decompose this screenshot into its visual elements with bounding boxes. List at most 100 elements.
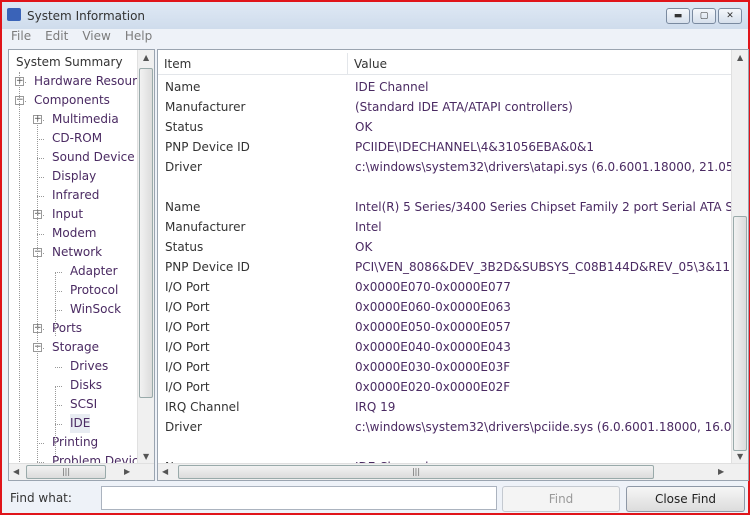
item-cell: Name (165, 200, 201, 214)
tree-item-multimedia[interactable]: Multimedia (52, 110, 119, 129)
scroll-right-icon[interactable]: ▶ (124, 467, 130, 476)
tree-connector (55, 272, 56, 336)
list-vertical-scrollbar[interactable]: ▲ ▼ (731, 50, 748, 465)
scroll-left-icon[interactable]: ◀ (162, 467, 168, 476)
tree-item-hardware-resourc[interactable]: Hardware Resourc (34, 72, 143, 91)
table-row[interactable]: Status OK (158, 117, 732, 137)
table-row[interactable]: Driver c:\windows\system32\drivers\atapi.… (158, 157, 748, 177)
find-what-label: Find what: (10, 491, 72, 505)
scroll-down-icon[interactable]: ▼ (737, 452, 743, 461)
table-row[interactable]: I/O Port 0x0000E020-0x0000E02F (158, 377, 732, 397)
table-row[interactable]: PNP Device ID PCIIDE\IDECHANNEL\4&31056EB… (158, 137, 732, 157)
table-row[interactable]: I/O Port 0x0000E050-0x0000E057 (158, 317, 732, 337)
table-row[interactable]: Manufacturer (Standard IDE ATA/ATAPI cont… (158, 97, 732, 117)
scroll-left-icon[interactable]: ◀ (13, 467, 19, 476)
table-row[interactable]: Manufacturer Intel (158, 217, 732, 237)
tree-item-storage[interactable]: Storage (52, 338, 99, 357)
table-row[interactable]: Name IDE Channel (158, 77, 732, 97)
close-find-button[interactable]: Close Find (626, 486, 745, 512)
value-cell: Intel (355, 220, 382, 234)
tree-item-network[interactable]: Network (52, 243, 102, 262)
tree-item-modem[interactable]: Modem (52, 224, 96, 243)
menu-help[interactable]: Help (118, 29, 159, 46)
scroll-down-icon[interactable]: ▼ (143, 452, 149, 461)
column-header-value[interactable]: Value (348, 53, 732, 75)
scroll-up-icon[interactable]: ▲ (737, 53, 743, 62)
table-row[interactable]: PNP Device ID PCI\VEN_8086&DEV_3B2D&SUBSY… (158, 257, 748, 277)
scroll-thumb[interactable] (139, 68, 153, 398)
item-cell: I/O Port (165, 280, 210, 294)
tree-item-ports[interactable]: Ports (52, 319, 82, 338)
title-bar: System Information ▬ ▢ ✕ (2, 2, 748, 29)
scroll-right-icon[interactable]: ▶ (718, 467, 724, 476)
system-information-icon (7, 8, 21, 21)
close-button[interactable]: ✕ (718, 8, 742, 24)
minimize-button[interactable]: ▬ (666, 8, 690, 24)
menu-file[interactable]: File (2, 29, 38, 46)
column-header-item[interactable]: Item (158, 53, 348, 75)
value-cell: IRQ 19 (355, 400, 396, 414)
table-row[interactable]: I/O Port 0x0000E040-0x0000E043 (158, 337, 732, 357)
tree-item-winsock[interactable]: WinSock (70, 300, 121, 319)
tree-item-sound-device[interactable]: Sound Device (52, 148, 135, 167)
menu-edit[interactable]: Edit (38, 29, 75, 46)
tree-connector (37, 139, 44, 140)
menu-view[interactable]: View (75, 29, 117, 46)
tree-connector (37, 120, 38, 480)
tree-item-scsi[interactable]: SCSI (70, 395, 97, 414)
tree-connector (55, 291, 62, 292)
tree-vertical-scrollbar[interactable]: ▲ ▼ (137, 50, 154, 465)
table-row[interactable]: IRQ Channel IRQ 19 (158, 397, 732, 417)
table-row[interactable]: Name Intel(R) 5 Series/3400 Series Chipse… (158, 197, 748, 217)
table-row[interactable]: Status OK (158, 237, 732, 257)
item-cell: Name (165, 80, 201, 94)
tree-connector (37, 177, 44, 178)
table-row[interactable]: Driver c:\windows\system32\drivers\pciide… (158, 417, 748, 437)
tree-connector (55, 424, 62, 425)
value-cell: IDE Channel (355, 80, 429, 94)
table-row[interactable] (158, 437, 732, 457)
value-cell: 0x0000E040-0x0000E043 (355, 340, 511, 354)
tree-item-adapter[interactable]: Adapter (70, 262, 118, 281)
value-cell: 0x0000E070-0x0000E077 (355, 280, 511, 294)
tree-item-input[interactable]: Input (52, 205, 83, 224)
tree-item-system-summary[interactable]: System Summary (16, 53, 123, 72)
value-cell: 0x0000E030-0x0000E03F (355, 360, 511, 374)
value-cell: 0x0000E060-0x0000E063 (355, 300, 511, 314)
tree-connector (19, 72, 20, 480)
maximize-button[interactable]: ▢ (692, 8, 716, 24)
find-what-input[interactable] (101, 486, 497, 510)
table-row[interactable]: I/O Port 0x0000E060-0x0000E063 (158, 297, 732, 317)
category-tree: System Summary Hardware Resourc + Component… (8, 49, 155, 481)
tree-connector (55, 386, 56, 456)
tree-item-components[interactable]: Components (34, 91, 110, 110)
menu-bar: File Edit View Help (2, 29, 159, 46)
tree-connector (55, 367, 62, 368)
scroll-thumb[interactable]: ||| (26, 465, 106, 479)
tree-connector (55, 272, 62, 273)
tree-item-disks[interactable]: Disks (70, 376, 102, 395)
tree-connector (37, 443, 44, 444)
item-cell: Manufacturer (165, 220, 246, 234)
table-row[interactable] (158, 177, 732, 197)
list-horizontal-scrollbar[interactable]: ◀ ||| ▶ (158, 463, 748, 480)
tree-item-drives[interactable]: Drives (70, 357, 108, 376)
value-cell: c:\windows\system32\drivers\atapi.sys (6… (355, 160, 749, 174)
tree-horizontal-scrollbar[interactable]: ◀ ||| ▶ (9, 463, 154, 480)
table-row[interactable]: I/O Port 0x0000E070-0x0000E077 (158, 277, 732, 297)
tree-connector (55, 405, 62, 406)
tree-item-protocol[interactable]: Protocol (70, 281, 118, 300)
tree-item-cd-rom[interactable]: CD-ROM (52, 129, 102, 148)
item-cell: Status (165, 240, 204, 254)
tree-item-printing[interactable]: Printing (52, 433, 98, 452)
value-cell: Intel(R) 5 Series/3400 Series Chipset Fa… (355, 200, 749, 214)
scroll-thumb[interactable] (733, 216, 747, 451)
tree-item-ide[interactable]: IDE (70, 414, 91, 433)
tree-item-display[interactable]: Display (52, 167, 96, 186)
tree-item-infrared[interactable]: Infrared (52, 186, 99, 205)
tree-connector (37, 196, 44, 197)
scroll-thumb[interactable]: ||| (178, 465, 654, 479)
find-button[interactable]: Find (502, 486, 620, 512)
scroll-up-icon[interactable]: ▲ (143, 53, 149, 62)
table-row[interactable]: I/O Port 0x0000E030-0x0000E03F (158, 357, 732, 377)
